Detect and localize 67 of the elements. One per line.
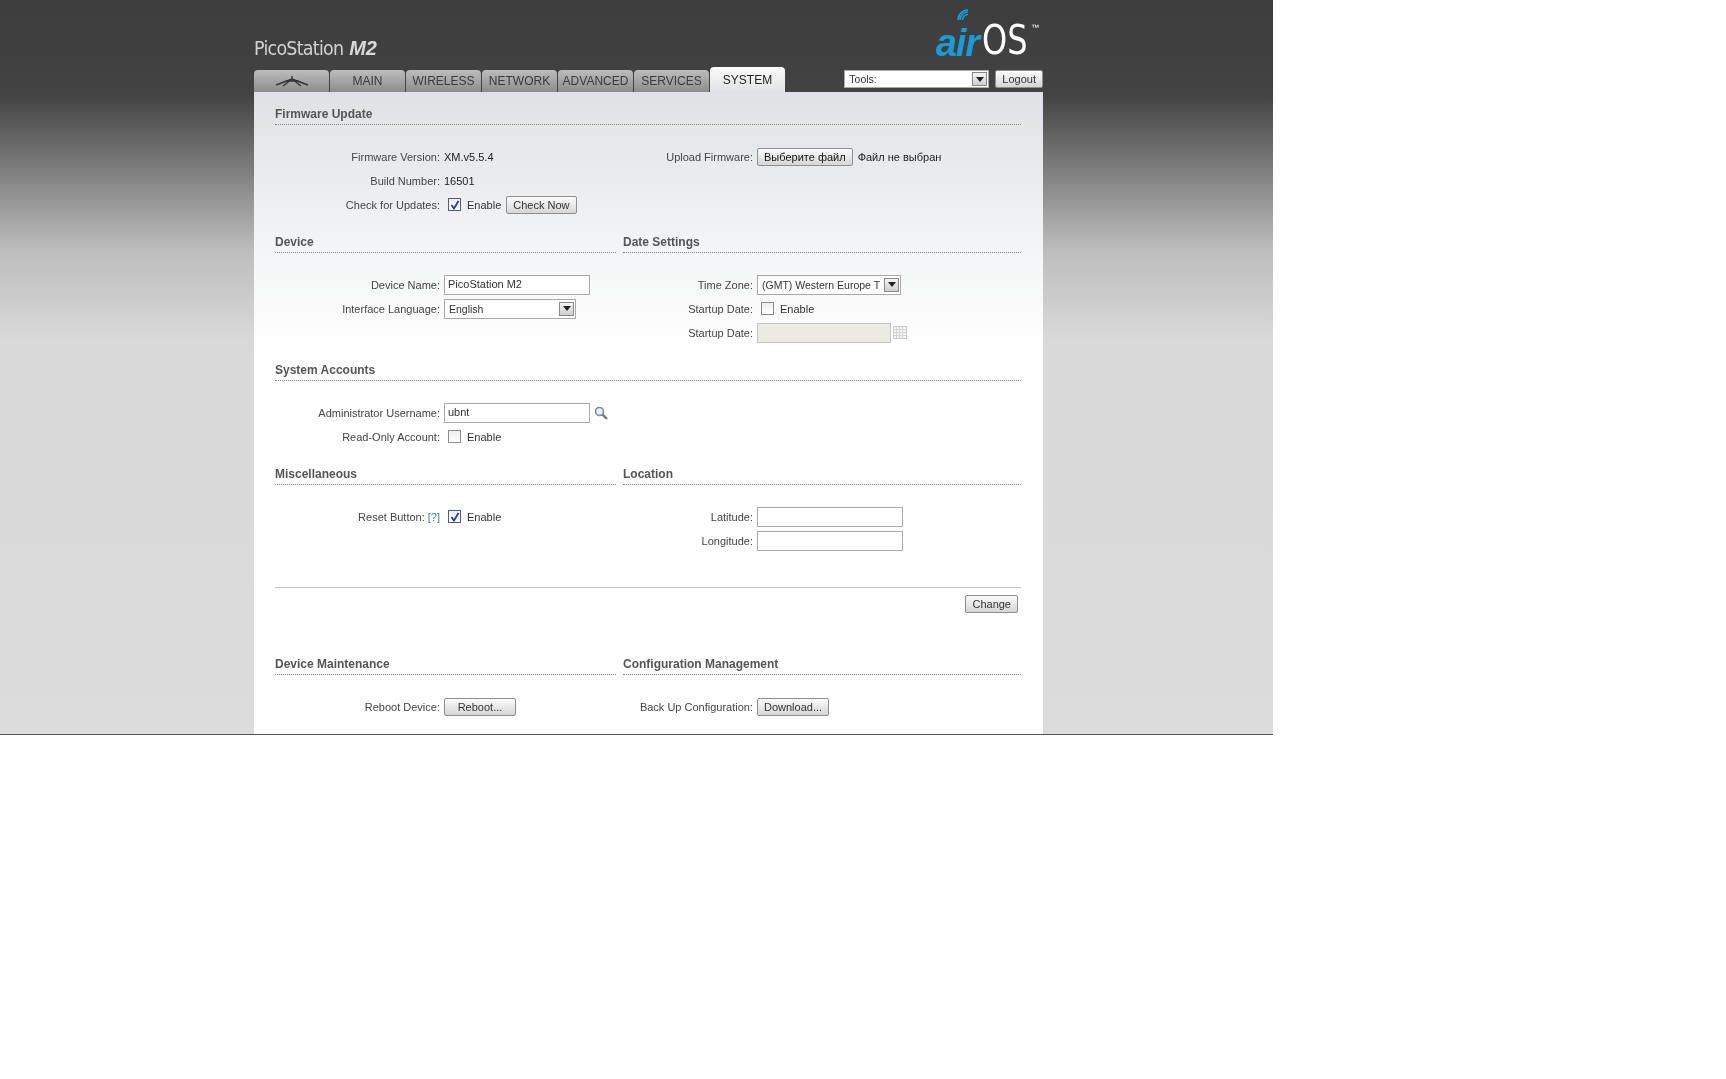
section-title: Configuration Management bbox=[623, 657, 1021, 675]
field-label: Read-Only Account: bbox=[342, 430, 440, 443]
field-label: Reboot Device: bbox=[364, 700, 440, 713]
signal-waves-icon bbox=[955, 8, 970, 22]
checkbox[interactable] bbox=[761, 302, 774, 315]
action-button[interactable]: Download... bbox=[757, 697, 829, 716]
nav-tab[interactable]: SERVICES bbox=[634, 70, 709, 92]
product-name: PicoStation bbox=[254, 37, 344, 59]
nav-tab[interactable]: ADVANCED bbox=[558, 70, 633, 92]
trademark: ™ bbox=[1031, 23, 1039, 32]
check-now-button[interactable]: Check Now bbox=[506, 195, 577, 214]
dropdown-arrow-icon bbox=[562, 306, 571, 311]
field-value: 16501 bbox=[444, 174, 475, 187]
field-value: XM.v5.5.4 bbox=[444, 150, 494, 163]
field-label: Firmware Version: bbox=[351, 150, 440, 163]
field-label: Longitude: bbox=[701, 534, 753, 547]
choose-file-button[interactable]: Выберите файл bbox=[757, 147, 853, 166]
field-label: Build Number: bbox=[370, 174, 440, 187]
section-title: Date Settings bbox=[623, 235, 1021, 253]
nav-tab[interactable]: NETWORK bbox=[482, 70, 557, 92]
nav-tab[interactable]: WIRELESS bbox=[406, 70, 481, 92]
nav-tab[interactable] bbox=[254, 70, 329, 92]
text-field[interactable]: PicoStation M2 bbox=[444, 274, 590, 295]
help-link[interactable]: [?] bbox=[427, 510, 440, 523]
antenna-icon bbox=[274, 75, 309, 87]
field-label: Back Up Configuration: bbox=[639, 700, 753, 713]
dropdown[interactable]: English bbox=[444, 298, 576, 319]
field-label: Check for Updates: bbox=[345, 198, 440, 211]
dropdown-arrow-icon bbox=[975, 76, 984, 82]
search-icon[interactable] bbox=[594, 405, 608, 420]
section-title: System Accounts bbox=[275, 363, 1021, 381]
dropdown[interactable]: (GMT) Western Europe T bbox=[757, 274, 902, 295]
text-field[interactable] bbox=[757, 506, 903, 527]
field-label: Reset Button: bbox=[358, 510, 425, 523]
logout-button[interactable]: Logout bbox=[995, 70, 1043, 88]
field-label: Time Zone: bbox=[697, 278, 753, 291]
checkbox-label: Enable bbox=[780, 302, 815, 315]
field-label: Device Name: bbox=[370, 278, 440, 291]
model-name: M2 bbox=[349, 37, 377, 60]
checkbox-label: Enable bbox=[467, 198, 502, 211]
dropdown-arrow-icon bbox=[887, 282, 896, 287]
action-button[interactable]: Reboot... bbox=[444, 697, 516, 716]
field-label: Upload Firmware: bbox=[666, 150, 753, 163]
checkbox[interactable] bbox=[448, 510, 461, 523]
tools-dropdown[interactable]: Tools: bbox=[844, 70, 990, 88]
text-field[interactable] bbox=[757, 530, 903, 551]
checkbox[interactable] bbox=[448, 198, 461, 211]
checkbox-label: Enable bbox=[467, 510, 502, 523]
section-title: Firmware Update bbox=[275, 107, 1021, 125]
field-label: Startup Date: bbox=[688, 302, 753, 315]
logo-os: OS bbox=[982, 21, 1028, 59]
nav-tab[interactable]: MAIN bbox=[330, 70, 405, 92]
section-title: Miscellaneous bbox=[275, 467, 616, 485]
text-field[interactable]: ubnt bbox=[444, 402, 590, 423]
section-title: Device bbox=[275, 235, 616, 253]
section-title: Location bbox=[623, 467, 1021, 485]
checkbox[interactable] bbox=[448, 430, 461, 443]
section-title: Device Maintenance bbox=[275, 657, 616, 675]
field-label: Interface Language: bbox=[342, 302, 440, 315]
field-label: Latitude: bbox=[710, 510, 753, 523]
field-label: Startup Date: bbox=[688, 326, 753, 339]
nav-tab[interactable]: SYSTEM bbox=[710, 67, 785, 92]
logo-air: air bbox=[935, 27, 980, 59]
change-button[interactable]: Change bbox=[965, 595, 1018, 613]
checkbox-label: Enable bbox=[467, 430, 502, 443]
file-status: Файл не выбран bbox=[857, 150, 942, 163]
field-label: Administrator Username: bbox=[318, 406, 440, 419]
